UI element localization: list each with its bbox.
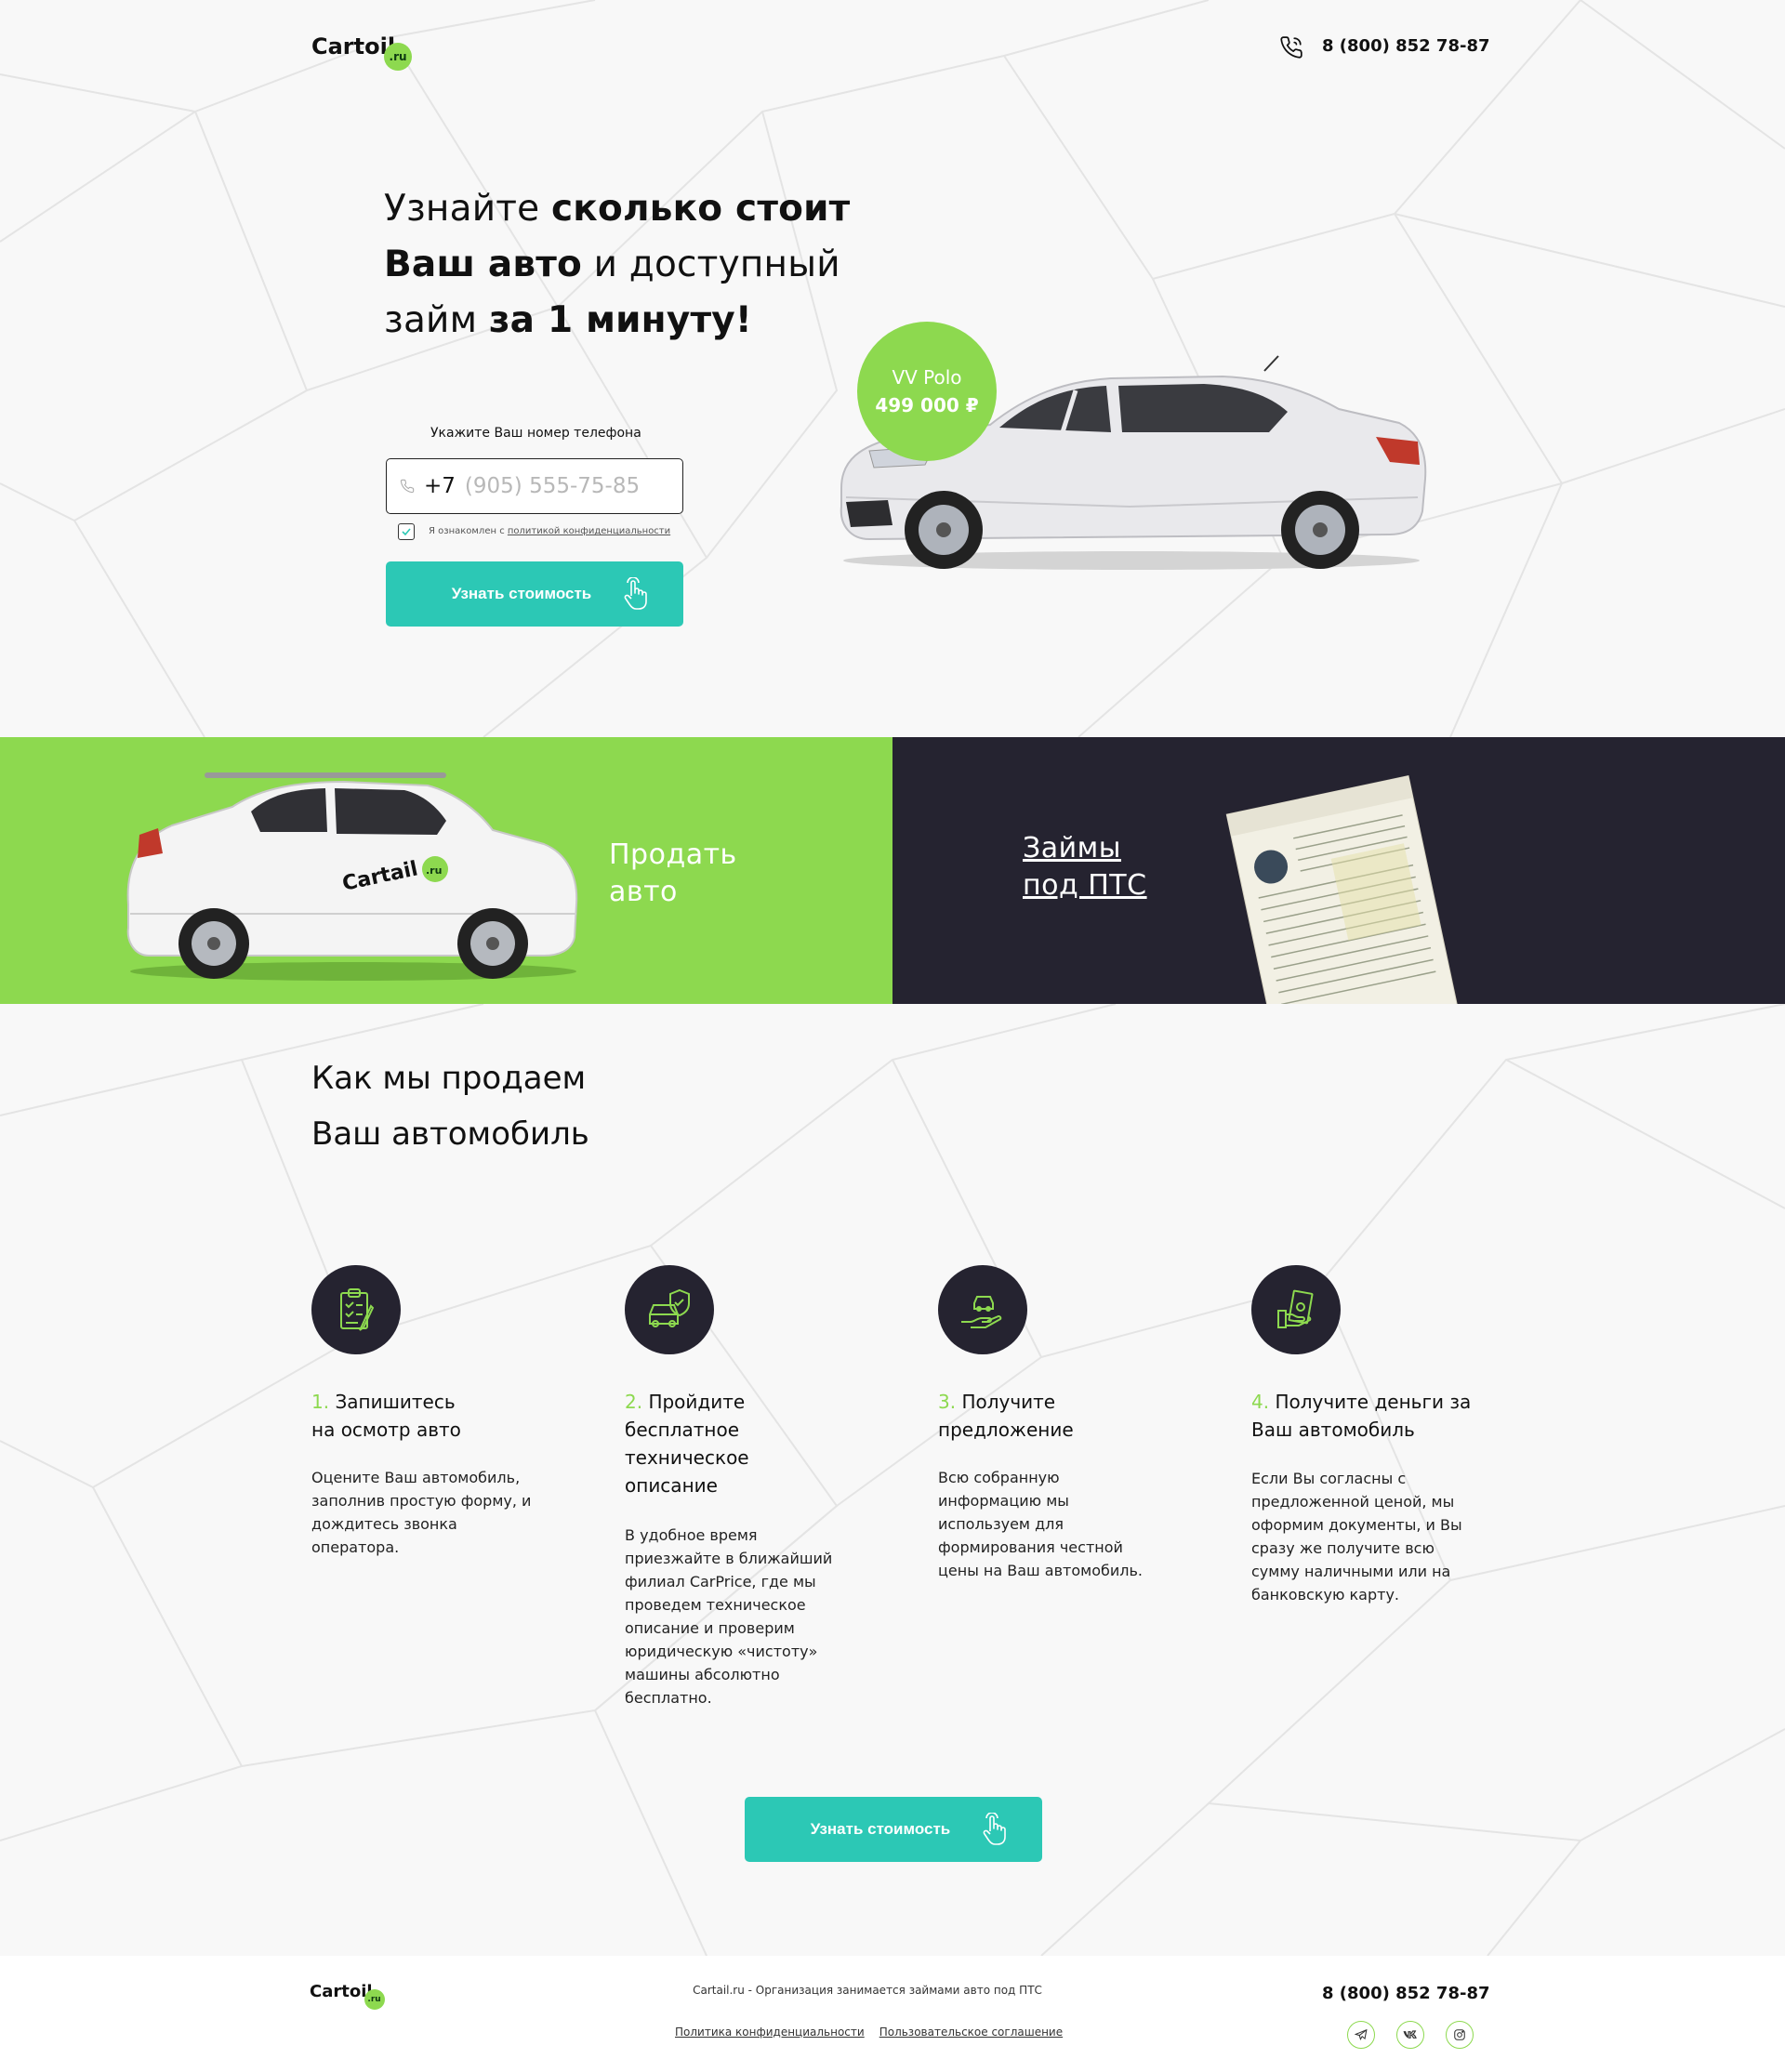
telegram-button[interactable] [1347,2021,1375,2049]
logo-badge: .ru [384,43,413,71]
footer-phone[interactable]: 8 (800) 852 78-87 [1322,1984,1490,2003]
header-logo[interactable]: Cartoil .ru [311,33,413,71]
hand-pointer-icon [983,1813,1007,1845]
header-phone[interactable]: 8 (800) 852 78-87 [1322,36,1490,56]
step-4-desc: Если Вы согласны с предложенной ценой, м… [1251,1470,1462,1603]
privacy-policy-link[interactable]: политикой конфиденциальности [508,526,670,536]
logo-text: Cartoil [311,33,396,59]
step-1-title: 1. Запишитесь на осмотр авто [311,1391,461,1441]
how-section-title: Как мы продаем Ваш автомобиль [311,1060,589,1153]
car-shield-icon [649,1288,690,1327]
hero-title: Узнайте сколько стоит Ваш авто и доступн… [384,188,851,341]
price-badge: VV Polo 499 000 ₽ [857,322,997,461]
step-4-icon-wrap [1251,1265,1341,1354]
phone-field-icon [400,479,415,494]
suv-logo-badge: .ru [426,864,442,877]
cta-label: Узнать стоимость [451,585,592,602]
phone-label: Укажите Ваш номер телефона [430,426,641,441]
hand-pointer-icon [624,577,648,610]
footer-links: Политика конфиденциальности Пользователь… [675,2026,1063,2039]
car-model: VV Polo [892,366,962,389]
step-3-icon-wrap [938,1265,1027,1354]
phone-icon [1279,35,1303,59]
footer-privacy-link[interactable]: Политика конфиденциальности [675,2026,865,2039]
check-icon [402,528,411,536]
sell-car-label: Продать авто [609,838,737,908]
loans-link[interactable]: Займы под ПТС [1023,830,1147,904]
instagram-button[interactable] [1446,2021,1474,2049]
get-price-button-bottom[interactable]: Узнать стоимость [745,1797,1042,1862]
get-price-button[interactable]: Узнать стоимость [386,561,683,627]
car-price: 499 000 ₽ [875,394,979,416]
phone-prefix: +7 [424,474,456,498]
footer: Cartoil .ru Cartail.ru - Организация зан… [0,1956,1785,2072]
money-hand-icon [1277,1289,1314,1328]
sell-car-panel[interactable]: Cartail .ru Продать авто [0,737,892,1004]
step-3-desc: Всю собранную информацию мы используем д… [938,1469,1143,1579]
step-2-desc: В удобное время приезжайте в ближайший ф… [625,1526,833,1707]
phone-input[interactable] [462,473,643,499]
footer-terms-link[interactable]: Пользовательское соглашение [879,2026,1063,2039]
instagram-icon [1454,2029,1465,2040]
step-1-desc: Оцените Ваш автомобиль, заполнив простую… [311,1469,532,1556]
vehicle-passport-image [1225,775,1460,1004]
step-4-title: 4. Получите деньги за Ваш автомобиль [1251,1391,1472,1441]
consent-text: Я ознакомлен с политикой конфиденциально… [429,526,671,536]
vk-icon [1403,2030,1417,2039]
vk-button[interactable] [1396,2021,1424,2049]
telegram-icon [1355,2028,1368,2040]
loans-panel[interactable]: Займы под ПТС [892,737,1785,1004]
clipboard-icon [340,1288,375,1331]
step-2-title: 2. Пройдите бесплатное техническое описан… [625,1391,749,1497]
phone-field[interactable]: +7 [386,458,683,514]
car-hand-icon [961,1296,1002,1328]
consent-checkbox[interactable] [398,523,415,540]
suv-car-image: Cartail .ru [126,772,578,981]
cta-label: Узнать стоимость [810,1820,951,1838]
step-3-title: 3. Получите предложение [938,1391,1074,1441]
step-1-icon-wrap [311,1265,401,1354]
step-2-icon-wrap [625,1265,714,1354]
